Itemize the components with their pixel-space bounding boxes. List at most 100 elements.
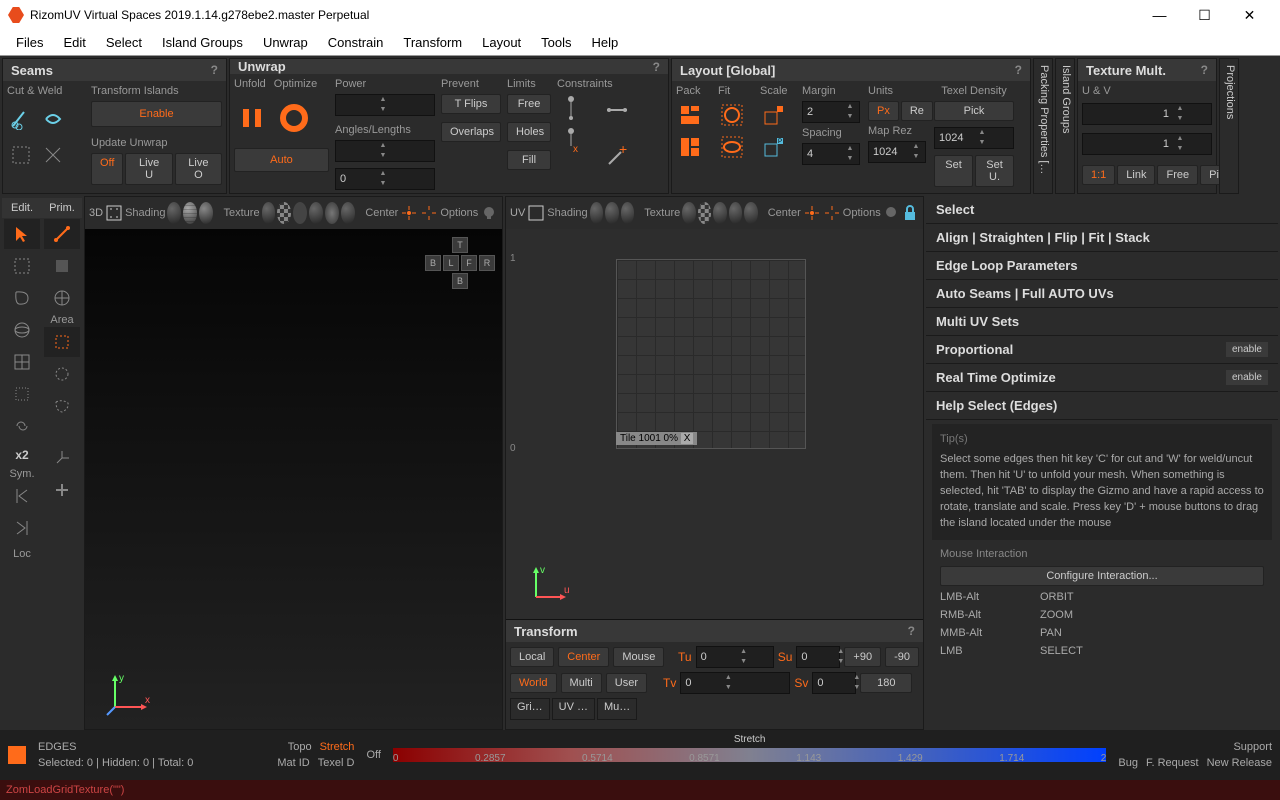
menu-select[interactable]: Select [96, 32, 152, 53]
tex-1-icon[interactable] [262, 202, 276, 224]
fill-button[interactable]: Fill [507, 150, 551, 170]
configure-interaction-button[interactable]: Configure Interaction... [940, 566, 1264, 586]
nav-top[interactable]: T [452, 237, 468, 253]
px-button[interactable]: Px [868, 101, 899, 121]
uv-spinner-1[interactable]: ▲▼ [1082, 103, 1212, 125]
tab-uv[interactable]: UV … [552, 698, 595, 720]
angles-spinner-2[interactable]: ▲▼ [335, 168, 435, 190]
center-2-icon[interactable] [420, 199, 438, 227]
help-icon[interactable]: ? [211, 63, 218, 77]
live-o-button[interactable]: Live O [175, 153, 222, 185]
grid-icon[interactable] [4, 347, 40, 377]
live-u-button[interactable]: Live U [125, 153, 172, 185]
section-edgeloop[interactable]: Edge Loop Parameters [926, 252, 1278, 280]
shade-3-icon[interactable] [199, 202, 213, 224]
edge-prim-icon[interactable] [44, 219, 80, 249]
m90-button[interactable]: -90 [885, 647, 919, 667]
margin-spinner-1[interactable]: ▲▼ [802, 101, 860, 123]
area-rect-icon[interactable] [44, 327, 80, 357]
line-constraint-icon[interactable] [603, 96, 631, 124]
center-1-icon[interactable] [400, 199, 418, 227]
section-select[interactable]: Select [926, 196, 1278, 224]
select-tool-icon[interactable] [4, 219, 40, 249]
command-line[interactable]: ZomLoadGridTexture("") [0, 780, 1280, 800]
su-spinner[interactable]: ▲▼ [796, 646, 840, 668]
setu-button[interactable]: Set U. [975, 155, 1014, 187]
center-button[interactable]: Center [558, 647, 609, 667]
options-label[interactable]: Options [440, 207, 478, 219]
help-icon[interactable]: ? [1201, 63, 1208, 77]
3d-canvas[interactable]: T B L F R B yx [85, 229, 502, 729]
bug-link[interactable]: Bug [1118, 757, 1138, 769]
link-icon[interactable] [4, 411, 40, 441]
stretch-button[interactable]: Stretch [320, 741, 355, 753]
overlaps-button[interactable]: Overlaps [441, 122, 501, 142]
add-constraint-icon[interactable]: + [603, 142, 631, 170]
center-2-icon[interactable] [823, 199, 841, 227]
tab-projections[interactable]: Projections [1219, 58, 1239, 194]
shade-2-icon[interactable] [605, 202, 618, 224]
optimize-icon[interactable] [276, 100, 312, 136]
pin-x-icon[interactable]: x [557, 126, 585, 154]
nav-cube[interactable]: T B L F R B [430, 237, 490, 289]
close-button[interactable]: ✕ [1227, 0, 1272, 30]
scale-1-icon[interactable] [760, 101, 788, 129]
tex-1-icon[interactable] [682, 202, 695, 224]
tex-5-icon[interactable] [325, 202, 339, 224]
holes-button[interactable]: Holes [507, 122, 551, 142]
tex-3-icon[interactable] [293, 202, 307, 224]
new-release-link[interactable]: New Release [1207, 757, 1272, 769]
menu-files[interactable]: Files [6, 32, 53, 53]
link-button[interactable]: Link [1117, 165, 1155, 185]
menu-tools[interactable]: Tools [531, 32, 581, 53]
bulb-icon[interactable] [480, 199, 498, 227]
options-label[interactable]: Options [843, 207, 881, 219]
weld-tool-icon[interactable] [39, 105, 67, 133]
tex-3-icon[interactable] [713, 202, 726, 224]
nav-bottom[interactable]: B [452, 273, 468, 289]
uv-spinner-2[interactable]: ▲▼ [1082, 133, 1212, 155]
texeld-button[interactable]: Texel D [318, 757, 355, 769]
multi-button[interactable]: Multi [561, 673, 602, 693]
plus-icon[interactable] [44, 475, 80, 505]
sym-left-icon[interactable] [4, 481, 40, 511]
scale-2-icon[interactable]: P [760, 133, 788, 161]
menu-layout[interactable]: Layout [472, 32, 531, 53]
sym-right-icon[interactable] [4, 513, 40, 543]
gizmo-icon[interactable] [44, 443, 80, 473]
menu-help[interactable]: Help [582, 32, 629, 53]
pin-icon[interactable] [557, 94, 585, 122]
free-button[interactable]: Free [507, 94, 551, 114]
enable-button[interactable]: enable [1226, 342, 1268, 357]
re-button[interactable]: Re [901, 101, 933, 121]
shade-3-icon[interactable] [621, 202, 634, 224]
tu-spinner[interactable]: ▲▼ [696, 646, 774, 668]
off-label[interactable]: Off [366, 749, 380, 761]
world-button[interactable]: World [510, 673, 557, 693]
section-multiuv[interactable]: Multi UV Sets [926, 308, 1278, 336]
x2-label[interactable]: x2 [2, 448, 42, 462]
local-button[interactable]: Local [510, 647, 554, 667]
feature-request-link[interactable]: F. Request [1146, 757, 1199, 769]
frame-icon[interactable] [527, 199, 545, 227]
user-button[interactable]: User [606, 673, 647, 693]
tab-grid[interactable]: Gri… [510, 698, 550, 720]
pack-1-icon[interactable] [676, 101, 704, 129]
tex-5-icon[interactable] [744, 202, 757, 224]
section-autoseams[interactable]: Auto Seams | Full AUTO UVs [926, 280, 1278, 308]
tab-packing-properties[interactable]: Packing Properties [… [1033, 58, 1053, 194]
nav-right[interactable]: R [479, 255, 495, 271]
pack-2-icon[interactable] [676, 133, 704, 161]
seam-tool-2-icon[interactable] [39, 141, 67, 169]
section-help-select[interactable]: Help Select (Edges) [926, 392, 1278, 420]
help-icon[interactable]: ? [908, 624, 915, 638]
cut-tool-icon[interactable] [7, 105, 35, 133]
section-proportional[interactable]: Proportionalenable [926, 336, 1278, 364]
frame-icon[interactable] [105, 199, 123, 227]
matid-button[interactable]: Mat ID [277, 757, 309, 769]
maprez-spinner[interactable]: ▲▼ [868, 141, 926, 163]
menu-island-groups[interactable]: Island Groups [152, 32, 253, 53]
fit-1-icon[interactable] [718, 101, 746, 129]
margin-spinner-2[interactable]: ▲▼ [802, 143, 860, 165]
section-align[interactable]: Align | Straighten | Flip | Fit | Stack [926, 224, 1278, 252]
